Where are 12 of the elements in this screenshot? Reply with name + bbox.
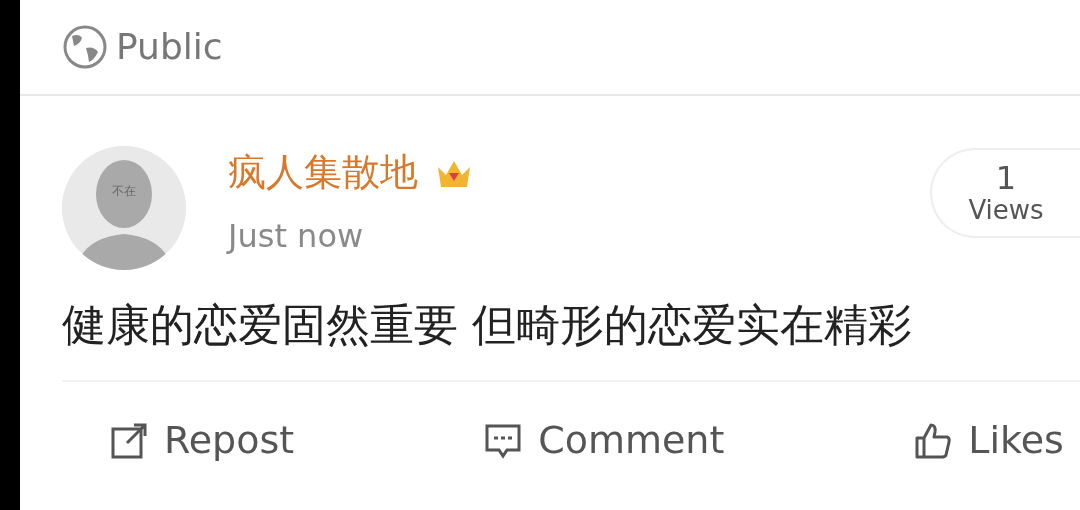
comment-button[interactable]: Comment [484, 412, 725, 469]
repost-icon [110, 421, 148, 460]
repost-button[interactable]: Repost [110, 412, 295, 469]
thumbs-up-icon [914, 421, 953, 460]
views-count: 1 [995, 161, 1017, 197]
views-label: Views [968, 196, 1044, 225]
post-time: Just now [228, 215, 365, 257]
like-button[interactable]: Likes [914, 412, 1064, 469]
visibility-label: Public [116, 25, 223, 69]
post-text: 健康的恋爱固然重要 但畸形的恋爱实在精彩 [61, 298, 913, 352]
avatar-text: 不在 [111, 183, 137, 200]
globe-icon [62, 24, 108, 70]
